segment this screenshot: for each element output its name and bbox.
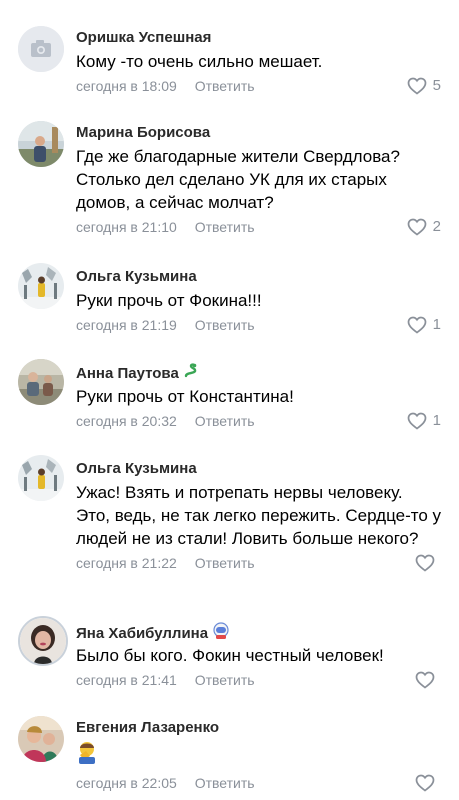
heart-icon (407, 316, 427, 334)
avatar-photo (18, 359, 64, 405)
reply-button[interactable]: Ответить (195, 555, 255, 571)
avatar-photo (18, 121, 64, 167)
like-count: 2 (432, 218, 441, 235)
reply-button[interactable]: Ответить (195, 775, 255, 791)
heart-icon (407, 77, 427, 95)
comment-meta: сегодня в 18:09 Ответить 5 (76, 76, 441, 96)
like-button[interactable] (415, 670, 441, 690)
comment-text: Руки прочь от Фокина!!! (76, 291, 262, 310)
reply-button[interactable]: Ответить (195, 317, 255, 333)
comment-meta: сегодня в 21:19 Ответить 1 (76, 315, 441, 335)
like-button[interactable]: 1 (407, 411, 441, 431)
like-button[interactable]: 1 (407, 315, 441, 335)
heart-icon (415, 774, 435, 792)
comment-text: Где же благодарные жители Свердлова? Сто… (76, 147, 400, 212)
comment-author[interactable]: Оришка Успешная (76, 28, 441, 48)
avatar[interactable] (18, 616, 68, 666)
comment-author[interactable]: Ольга Кузьмина (76, 267, 441, 287)
comment-text: Кому -то очень сильно мешает. (76, 52, 323, 71)
comment-time: сегодня в 21:41 (76, 672, 177, 688)
like-count: 1 (432, 316, 441, 333)
comment-author[interactable]: Марина Борисова (76, 123, 441, 143)
comment-text: Было бы кого. Фокин честный человек! (76, 646, 384, 665)
reply-button[interactable]: Ответить (195, 219, 255, 235)
comment-text: 🤦 (76, 740, 441, 770)
snake-icon (183, 363, 199, 385)
avatar[interactable] (18, 121, 64, 167)
comment-author[interactable]: Ольга Кузьмина (76, 459, 441, 479)
reply-button[interactable]: Ответить (195, 78, 255, 94)
comment-text: Ужас! Взять и потрепать нервы человеку. … (76, 483, 442, 548)
comment-author-name: Яна Хабибуллина (76, 624, 209, 642)
reply-button[interactable]: Ответить (195, 672, 255, 688)
camera-icon (18, 26, 64, 72)
like-count: 1 (432, 412, 441, 429)
comment-time: сегодня в 21:10 (76, 219, 177, 235)
like-button[interactable] (415, 773, 441, 793)
heart-icon (415, 671, 435, 689)
avatar-photo (18, 263, 64, 309)
avatar[interactable] (18, 455, 64, 501)
comment-time: сегодня в 21:19 (76, 317, 177, 333)
heart-icon (407, 218, 427, 236)
comment-meta: сегодня в 21:22 Ответить (76, 553, 441, 573)
avatar-photo (20, 618, 66, 664)
comment-meta: сегодня в 21:41 Ответить (76, 670, 441, 690)
heart-icon (407, 412, 427, 430)
avatar-placeholder[interactable] (18, 26, 64, 72)
comment-author[interactable]: Яна Хабибуллина (76, 622, 441, 642)
comment-meta: сегодня в 20:32 Ответить 1 (76, 411, 441, 431)
comment-text: Руки прочь от Константина! (76, 387, 294, 406)
comment-time: сегодня в 22:05 (76, 775, 177, 791)
avatar[interactable] (18, 359, 64, 405)
like-button[interactable]: 5 (407, 76, 441, 96)
comment-author[interactable]: Анна Паутова (76, 363, 441, 383)
comment-meta: сегодня в 21:10 Ответить 2 (76, 217, 441, 237)
comment-time: сегодня в 18:09 (76, 78, 177, 94)
like-button[interactable]: 2 (407, 217, 441, 237)
reply-button[interactable]: Ответить (195, 413, 255, 429)
comment-time: сегодня в 20:32 (76, 413, 177, 429)
comment-author[interactable]: Евгения Лазаренко (76, 718, 441, 738)
astronaut-icon (212, 622, 230, 646)
avatar[interactable] (18, 716, 64, 762)
avatar-photo (18, 716, 64, 762)
avatar-photo (18, 455, 64, 501)
like-count: 5 (432, 77, 441, 94)
comment-meta: сегодня в 22:05 Ответить (76, 773, 441, 793)
like-button[interactable] (415, 553, 441, 573)
comment-time: сегодня в 21:22 (76, 555, 177, 571)
facepalm-emoji (76, 740, 98, 764)
heart-icon (415, 554, 435, 572)
comment-author-name: Анна Паутова (76, 364, 179, 382)
avatar[interactable] (18, 263, 64, 309)
